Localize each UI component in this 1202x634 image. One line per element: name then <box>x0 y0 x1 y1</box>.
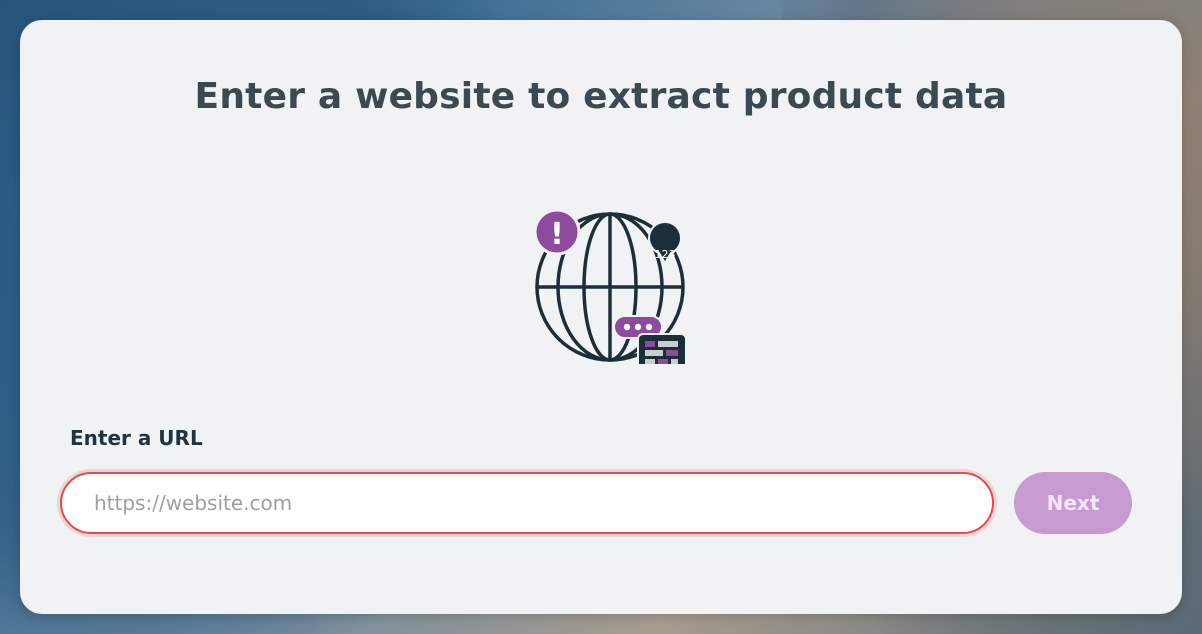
globe-data-icon: ! 123 <box>510 184 700 377</box>
page-title: Enter a website to extract product data <box>194 76 1008 117</box>
extract-card: Enter a website to extract product data … <box>20 20 1182 614</box>
data-grid-icon <box>637 333 687 377</box>
url-label: Enter a URL <box>70 426 203 450</box>
url-input[interactable] <box>60 472 994 534</box>
next-button[interactable]: Next <box>1014 472 1132 534</box>
alert-badge-icon: ! <box>533 208 581 256</box>
svg-text:!: ! <box>550 217 564 252</box>
svg-text:123: 123 <box>655 248 676 261</box>
